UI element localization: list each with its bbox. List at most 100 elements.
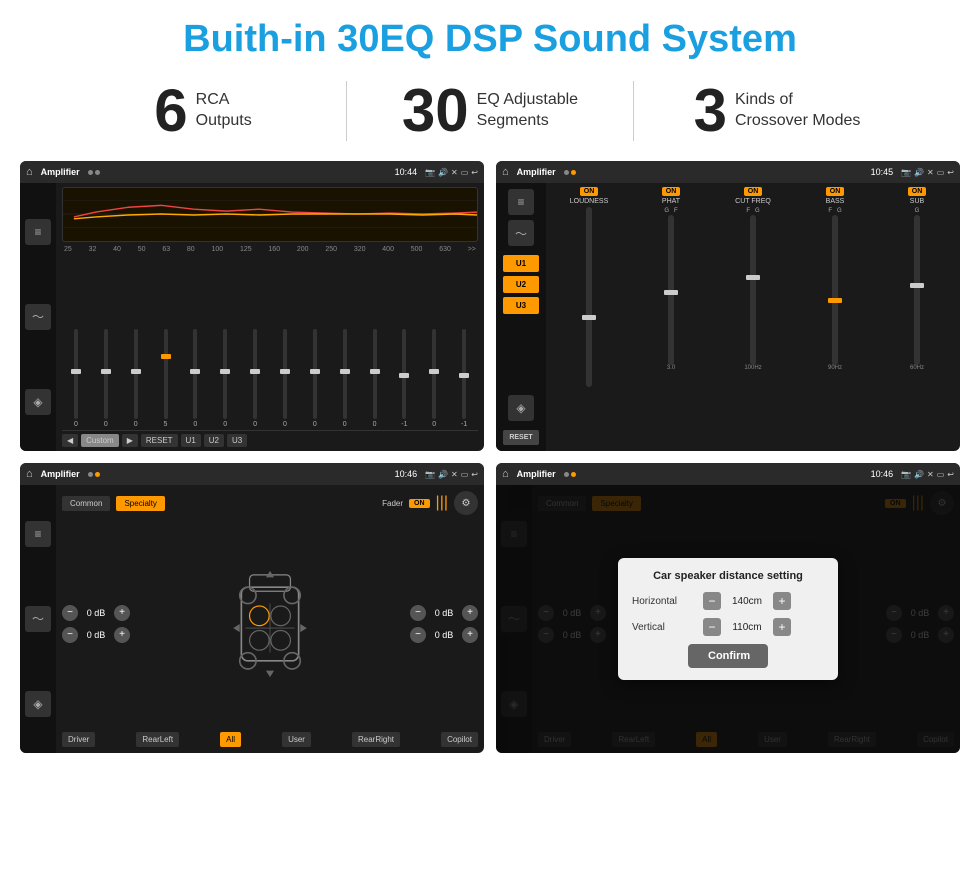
dots4: [564, 472, 576, 477]
cs-sidebar: ≡ 〜 ◈: [20, 485, 56, 753]
cs-plus-3[interactable]: +: [462, 605, 478, 621]
amp-wave-icon[interactable]: 〜: [508, 220, 534, 246]
screen4-time: 10:46: [871, 469, 894, 479]
sub-slider[interactable]: [914, 215, 920, 365]
loudness-slider[interactable]: [586, 207, 592, 387]
dialog-vertical-minus[interactable]: −: [703, 618, 721, 636]
screens-grid: ⌂ Amplifier 10:44 📷 🔊 ✕ ▭ ↩ ≡ 〜 ◈: [0, 156, 980, 763]
home-icon-3[interactable]: ⌂: [26, 468, 33, 480]
cs-minus-2[interactable]: −: [62, 627, 78, 643]
dots2: [564, 170, 576, 175]
eq-slider-11[interactable]: -1: [390, 329, 418, 428]
amp-reset-btn[interactable]: RESET: [503, 430, 539, 445]
eq-custom-btn[interactable]: Custom: [81, 434, 119, 447]
amp-u2-btn[interactable]: U2: [503, 276, 539, 293]
eq-icon[interactable]: ≡: [25, 219, 51, 245]
dialog-title: Car speaker distance setting: [632, 570, 824, 582]
back-icon-3[interactable]: ↩: [471, 470, 478, 479]
eq-prev-btn[interactable]: ◀: [62, 434, 78, 447]
screen2-time: 10:45: [871, 167, 894, 177]
volume-icon-2: 🔊: [914, 168, 924, 177]
home-icon-4[interactable]: ⌂: [502, 468, 509, 480]
screen2-content: ≡ 〜 U1 U2 U3 ◈ RESET ON LOUDNESS: [496, 183, 960, 451]
cs-common-tab[interactable]: Common: [62, 496, 110, 511]
cs-minus-4[interactable]: −: [410, 627, 426, 643]
back-icon-2[interactable]: ↩: [947, 168, 954, 177]
cs-settings-icon[interactable]: ⚙: [454, 491, 478, 515]
cs-minus-1[interactable]: −: [62, 605, 78, 621]
bass-slider[interactable]: [832, 215, 838, 365]
eq-play-btn[interactable]: ▶: [122, 434, 138, 447]
eq-slider-0[interactable]: 0: [62, 329, 90, 428]
eq-slider-1[interactable]: 0: [92, 329, 120, 428]
eq-slider-9[interactable]: 0: [331, 329, 359, 428]
eq-slider-6[interactable]: 0: [241, 329, 269, 428]
dialog-horizontal-plus[interactable]: +: [773, 592, 791, 610]
dialog-horizontal-minus[interactable]: −: [703, 592, 721, 610]
eq-reset-btn[interactable]: RESET: [141, 434, 178, 447]
eq-slider-7[interactable]: 0: [271, 329, 299, 428]
page-title: Buith-in 30EQ DSP Sound System: [0, 0, 980, 71]
dialog-confirm-btn[interactable]: Confirm: [688, 644, 768, 668]
volume-icon-4: 🔊: [914, 470, 924, 479]
cutfreq-on-btn[interactable]: ON: [744, 187, 763, 196]
cs-rearright-btn[interactable]: RearRight: [352, 732, 400, 747]
eq-slider-3[interactable]: 5: [152, 329, 180, 428]
bass-label: BASS: [826, 198, 845, 205]
dialog-vertical-plus[interactable]: +: [773, 618, 791, 636]
cs-plus-2[interactable]: +: [114, 627, 130, 643]
eq-slider-12[interactable]: 0: [420, 329, 448, 428]
back-icon-4[interactable]: ↩: [947, 470, 954, 479]
eq-slider-8[interactable]: 0: [301, 329, 329, 428]
stat-eq-label: EQ AdjustableSegments: [477, 90, 578, 132]
close-icon-4: ✕: [927, 470, 934, 479]
eq-slider-2[interactable]: 0: [122, 329, 150, 428]
close-icon-3: ✕: [451, 470, 458, 479]
bass-on-btn[interactable]: ON: [826, 187, 845, 196]
eq-u3-btn[interactable]: U3: [227, 434, 247, 447]
cs-specialty-tab[interactable]: Specialty: [116, 496, 164, 511]
eq-u1-btn[interactable]: U1: [181, 434, 201, 447]
back-icon[interactable]: ↩: [471, 168, 478, 177]
eq-slider-5[interactable]: 0: [211, 329, 239, 428]
cs-db-row-1: − 0 dB +: [62, 605, 130, 621]
eq-slider-10[interactable]: 0: [361, 329, 389, 428]
eq-slider-4[interactable]: 0: [181, 329, 209, 428]
loudness-on-btn[interactable]: ON: [580, 187, 599, 196]
eq-u2-btn[interactable]: U2: [204, 434, 224, 447]
dialog-vertical-value: 110cm: [727, 622, 767, 633]
cs-db-val-1: 0 dB: [82, 608, 110, 618]
cs-eq-icon[interactable]: ≡: [25, 521, 51, 547]
home-icon[interactable]: ⌂: [26, 166, 33, 178]
cs-user-btn[interactable]: User: [282, 732, 311, 747]
cs-plus-4[interactable]: +: [462, 627, 478, 643]
dialog-horizontal-value: 140cm: [727, 596, 767, 607]
phat-freq: 3.0: [667, 365, 675, 371]
sub-on-btn[interactable]: ON: [908, 187, 927, 196]
cs-wave-icon[interactable]: 〜: [25, 606, 51, 632]
cs-plus-1[interactable]: +: [114, 605, 130, 621]
amp-eq-icon[interactable]: ≡: [508, 189, 534, 215]
close-icon: ✕: [451, 168, 458, 177]
cs-rearleft-btn[interactable]: RearLeft: [136, 732, 179, 747]
phat-on-btn[interactable]: ON: [662, 187, 681, 196]
cutfreq-slider[interactable]: [750, 215, 756, 365]
amp-u1-btn[interactable]: U1: [503, 255, 539, 272]
amp-u3-btn[interactable]: U3: [503, 297, 539, 314]
cs-minus-3[interactable]: −: [410, 605, 426, 621]
home-icon-2[interactable]: ⌂: [502, 166, 509, 178]
loudness-label: LOUDNESS: [570, 198, 609, 205]
bass-f-label: F G: [828, 208, 841, 214]
phat-slider[interactable]: [668, 215, 674, 365]
cs-driver-btn[interactable]: Driver: [62, 732, 95, 747]
cs-db-val-4: 0 dB: [430, 630, 458, 640]
wave-icon[interactable]: 〜: [25, 304, 51, 330]
speaker-icon[interactable]: ◈: [25, 389, 51, 415]
eq-slider-13[interactable]: -1: [450, 329, 478, 428]
fader-on-btn[interactable]: ON: [409, 499, 430, 508]
cs-all-btn[interactable]: All: [220, 732, 241, 747]
amp-speaker-icon[interactable]: ◈: [508, 395, 534, 421]
cs-copilot-btn[interactable]: Copilot: [441, 732, 478, 747]
cs-content: − 0 dB + − 0 dB +: [62, 521, 478, 726]
cs-speaker-icon[interactable]: ◈: [25, 691, 51, 717]
